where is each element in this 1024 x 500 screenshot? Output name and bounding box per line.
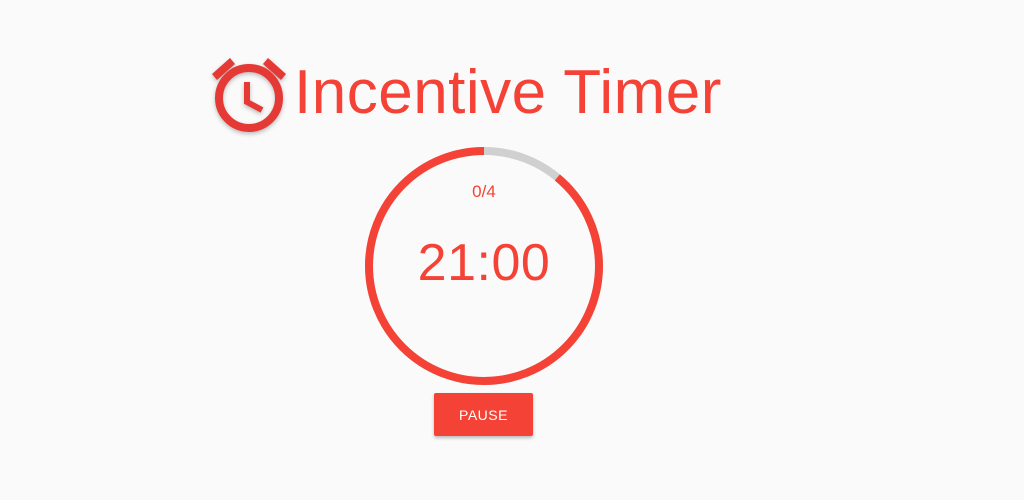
alarm-clock-icon bbox=[212, 58, 286, 132]
app-header: Incentive Timer bbox=[208, 48, 722, 138]
pause-button[interactable]: PAUSE bbox=[434, 393, 533, 436]
timer-ring: 0/4 21:00 bbox=[363, 145, 605, 387]
time-remaining: 21:00 bbox=[417, 234, 551, 292]
session-count: 0/4 bbox=[472, 182, 496, 201]
app-title: Incentive Timer bbox=[294, 58, 722, 127]
